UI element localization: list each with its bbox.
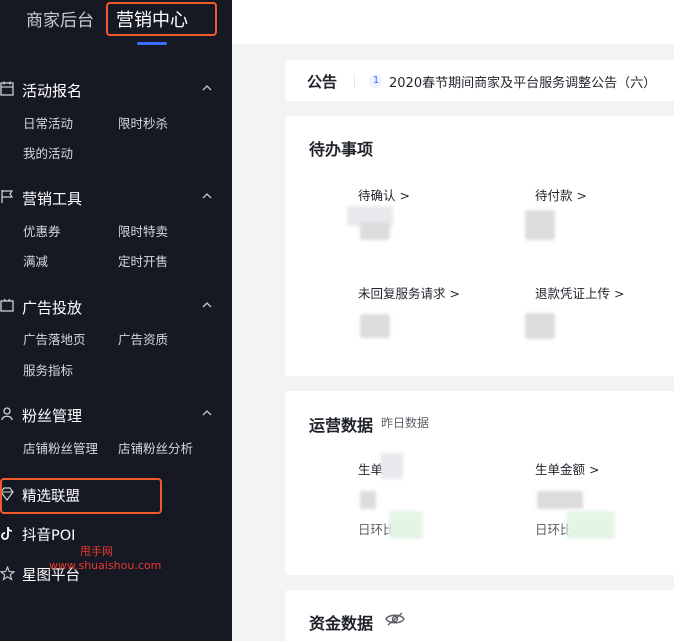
fans-icon	[0, 406, 16, 424]
ops-title: 运营数据	[309, 416, 374, 435]
blurred-value	[525, 210, 555, 240]
blurred-value	[567, 511, 615, 539]
sidebar-group-title: 活动报名	[22, 82, 83, 100]
operations-card: 运营数据 昨日数据 生单 生单金额 > 日环比 日环比	[285, 391, 674, 575]
sidebar-group-title: 营销工具	[22, 190, 83, 208]
todo-title: 待办事项	[309, 140, 374, 159]
sidebar-group-title: 粉丝管理	[22, 407, 83, 425]
sidebar-item-label: 抖音POI	[22, 528, 76, 544]
ops-item-orders[interactable]: 生单	[358, 459, 383, 478]
flag-icon	[0, 189, 16, 207]
annotation-box-marketing	[106, 2, 217, 36]
todo-item-unreplied-service[interactable]: 未回复服务请求 >	[358, 283, 460, 302]
sidebar-group-ads[interactable]: 广告投放	[0, 296, 232, 320]
sidebar-item-scheduled-sale[interactable]: 定时开售	[118, 251, 168, 270]
sidebar-item-flash-sale[interactable]: 限时秒杀	[118, 113, 168, 132]
tab-merchant-backend[interactable]: 商家后台	[26, 6, 94, 31]
chevron-up-icon[interactable]	[202, 191, 212, 201]
calendar-icon	[0, 81, 16, 99]
sidebar-item-fans-management[interactable]: 店铺粉丝管理	[23, 438, 98, 457]
notice-title: 公告	[307, 73, 338, 91]
blurred-value	[360, 314, 390, 338]
star-icon	[0, 565, 16, 585]
sidebar-item-ad-landing-page[interactable]: 广告落地页	[23, 329, 86, 348]
todo-card: 待办事项 待确认 > 待付款 > 未回复服务请求 > 退款凭证上传 >	[285, 116, 674, 376]
notice-divider	[354, 74, 355, 88]
blurred-value	[525, 313, 555, 339]
chevron-up-icon[interactable]	[202, 300, 212, 310]
blurred-value	[381, 453, 403, 479]
todo-item-pending-confirm[interactable]: 待确认 >	[358, 185, 410, 204]
eye-hidden-icon[interactable]	[385, 611, 405, 627]
funds-title: 资金数据	[309, 614, 374, 633]
sidebar-item-my-activity[interactable]: 我的活动	[23, 143, 73, 162]
sidebar-group-activity[interactable]: 活动报名	[0, 79, 232, 103]
chevron-up-icon[interactable]	[202, 408, 212, 418]
notice-number-badge: 1	[369, 74, 383, 88]
sidebar-item-fans-analysis[interactable]: 店铺粉丝分析	[118, 438, 193, 457]
watermark-url: www.shuaishou.com	[49, 559, 162, 572]
blurred-value	[537, 491, 583, 509]
ops-item-order-amount[interactable]: 生单金额 >	[535, 459, 599, 478]
todo-item-refund-voucher[interactable]: 退款凭证上传 >	[535, 283, 624, 302]
sidebar: 商家后台 营销中心 活动报名 日常活动 限时秒杀 我的活动 营销工具 优惠券 限…	[0, 0, 232, 641]
sidebar-item-ad-qualification[interactable]: 广告资质	[118, 329, 168, 348]
annotation-box-alliance	[0, 478, 162, 514]
sidebar-item-service-metrics[interactable]: 服务指标	[23, 360, 73, 379]
watermark-text: 甩手网	[80, 545, 113, 558]
blurred-value	[360, 491, 376, 509]
sidebar-item-coupon[interactable]: 优惠券	[23, 221, 61, 240]
sidebar-group-title: 广告投放	[22, 299, 83, 317]
funds-card: 资金数据	[285, 590, 674, 641]
blurred-value	[389, 511, 423, 539]
chevron-up-icon[interactable]	[202, 83, 212, 93]
notice-link[interactable]: 2020春节期间商家及平台服务调整公告（六）	[389, 72, 656, 91]
notice-card: 公告 1 2020春节期间商家及平台服务调整公告（六）	[285, 60, 674, 101]
sidebar-group-fans[interactable]: 粉丝管理	[0, 404, 232, 428]
sidebar-item-discount[interactable]: 满减	[23, 251, 48, 270]
todo-item-pending-payment[interactable]: 待付款 >	[535, 185, 587, 204]
sidebar-item-limited-sale[interactable]: 限时特卖	[118, 221, 168, 240]
sidebar-group-marketing-tools[interactable]: 营销工具	[0, 187, 232, 211]
ops-subtitle: 昨日数据	[381, 416, 430, 430]
blurred-value	[360, 222, 390, 240]
active-tab-indicator	[137, 42, 167, 45]
top-header-bar	[232, 0, 674, 44]
sidebar-item-daily-activity[interactable]: 日常活动	[23, 113, 73, 132]
tiktok-icon	[0, 526, 16, 545]
ad-icon	[0, 298, 16, 316]
